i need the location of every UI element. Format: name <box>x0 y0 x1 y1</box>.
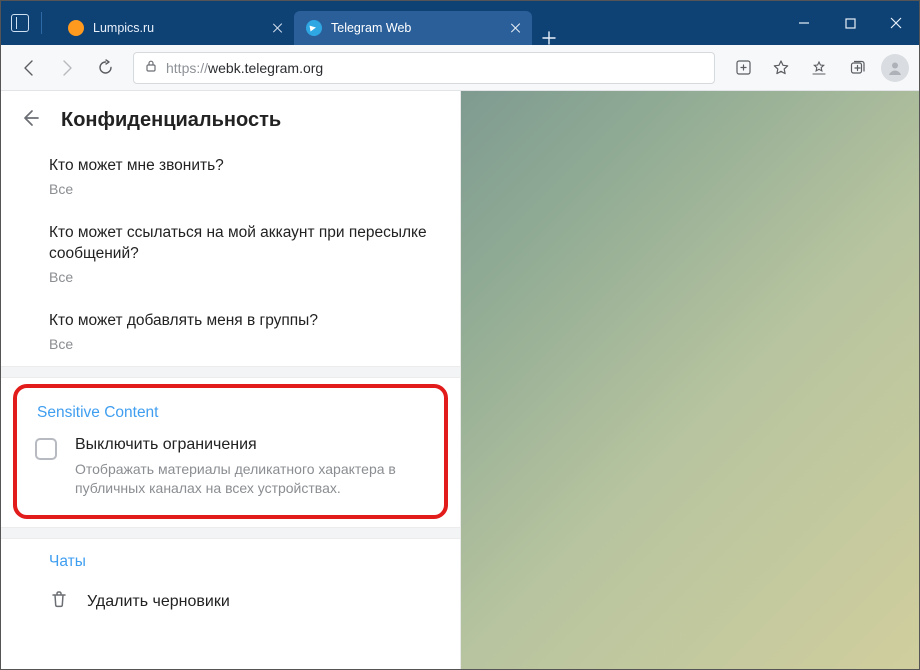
section-divider <box>1 527 460 539</box>
refresh-button[interactable] <box>87 50 123 86</box>
toolbar-right <box>725 50 909 86</box>
setting-who-can-call[interactable]: Кто может мне звонить? Все <box>1 144 460 211</box>
checkbox-disable-restrictions[interactable] <box>35 438 57 460</box>
checkbox-description: Отображать материалы деликатного характе… <box>75 460 426 498</box>
tab-telegram[interactable]: Telegram Web <box>294 11 532 45</box>
trash-icon <box>49 589 69 614</box>
setting-value: Все <box>49 269 438 285</box>
favorite-star-icon[interactable] <box>763 50 799 86</box>
back-button[interactable] <box>11 50 47 86</box>
section-divider <box>1 366 460 378</box>
chat-background <box>461 91 919 669</box>
forward-button[interactable] <box>49 50 85 86</box>
collections-icon[interactable] <box>839 50 875 86</box>
setting-value: Все <box>49 336 438 352</box>
setting-value: Все <box>49 181 438 197</box>
setting-who-can-add-groups[interactable]: Кто может добавлять меня в группы? Все <box>1 299 460 366</box>
address-bar: https://webk.telegram.org <box>1 45 919 91</box>
tab-lumpics[interactable]: Lumpics.ru <box>56 11 294 45</box>
close-icon[interactable] <box>272 22 284 34</box>
favicon-telegram <box>306 20 322 36</box>
favicon-lumpics <box>68 20 84 36</box>
page-content: Конфиденциальность Кто может мне звонить… <box>1 91 919 669</box>
tab-actions-area <box>1 1 56 45</box>
profile-avatar[interactable] <box>881 54 909 82</box>
delete-drafts-label: Удалить черновики <box>87 593 230 611</box>
close-window-button[interactable] <box>873 1 919 45</box>
new-tab-button[interactable] <box>532 31 566 45</box>
section-title-sensitive: Sensitive Content <box>29 400 432 436</box>
checkbox-label: Выключить ограничения <box>75 436 426 454</box>
maximize-button[interactable] <box>827 1 873 45</box>
row-disable-restrictions[interactable]: Выключить ограничения Отображать материа… <box>29 436 432 498</box>
tab-title: Telegram Web <box>331 21 504 35</box>
url-input[interactable]: https://webk.telegram.org <box>133 52 715 84</box>
titlebar: Lumpics.ru Telegram Web <box>1 1 919 45</box>
minimize-button[interactable] <box>781 1 827 45</box>
favorites-list-icon[interactable] <box>801 50 837 86</box>
tab-overview-icon[interactable] <box>11 14 29 32</box>
browser-window: Lumpics.ru Telegram Web <box>0 0 920 670</box>
back-arrow-icon[interactable] <box>19 107 41 134</box>
pane-header: Конфиденциальность <box>1 91 460 144</box>
setting-label: Кто может мне звонить? <box>49 156 438 177</box>
url-protocol: https:// <box>166 60 208 76</box>
divider <box>41 12 42 34</box>
setting-label: Кто может ссылаться на мой аккаунт при п… <box>49 223 438 265</box>
url-host: webk.telegram.org <box>208 60 323 76</box>
section-title-chats: Чаты <box>1 539 460 579</box>
row-delete-drafts[interactable]: Удалить черновики <box>1 579 460 632</box>
setting-label: Кто может добавлять меня в группы? <box>49 311 438 332</box>
settings-pane: Конфиденциальность Кто может мне звонить… <box>1 91 461 669</box>
lock-icon <box>144 59 158 76</box>
highlight-sensitive-content: Sensitive Content Выключить ограничения … <box>13 384 448 520</box>
tab-title: Lumpics.ru <box>93 21 266 35</box>
close-icon[interactable] <box>510 22 522 34</box>
app-install-icon[interactable] <box>725 50 761 86</box>
setting-who-can-link[interactable]: Кто может ссылаться на мой аккаунт при п… <box>1 211 460 299</box>
url-text: https://webk.telegram.org <box>166 60 323 76</box>
tab-strip: Lumpics.ru Telegram Web <box>56 1 781 45</box>
window-controls <box>781 1 919 45</box>
page-title: Конфиденциальность <box>61 109 281 132</box>
